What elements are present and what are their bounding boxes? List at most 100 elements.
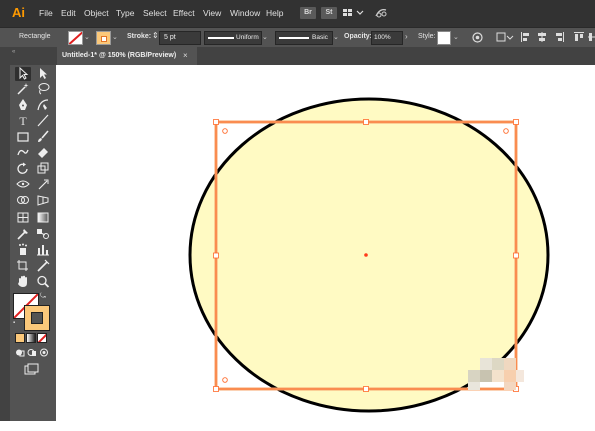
brush-dropdown-icon[interactable]: ⌄ <box>333 33 339 41</box>
brush-definition[interactable]: Basic <box>275 31 333 45</box>
menu-view[interactable]: View <box>203 8 221 18</box>
zoom-tool[interactable] <box>35 275 51 289</box>
stroke-stepper-icon[interactable]: ⇕ <box>152 31 159 40</box>
align-middle-icon[interactable] <box>588 32 595 42</box>
draw-inside-icon[interactable] <box>39 348 49 357</box>
tools-panel: T ⤿ ▪ <box>10 65 56 421</box>
type-tool[interactable]: T <box>15 114 31 128</box>
free-transform-tool[interactable] <box>35 178 51 192</box>
curvature-tool[interactable] <box>35 98 51 112</box>
shaper-tool[interactable] <box>15 146 31 160</box>
hand-tool[interactable] <box>15 275 31 289</box>
opacity-label[interactable]: Opacity: <box>344 33 372 40</box>
align-top-icon[interactable] <box>574 32 584 42</box>
line-tool[interactable] <box>35 114 51 128</box>
default-fill-stroke-icon[interactable]: ▪ <box>13 320 15 326</box>
handle-middle-right[interactable] <box>513 252 519 259</box>
gradient-tool[interactable] <box>35 211 51 225</box>
color-mode-button[interactable] <box>15 333 25 343</box>
handle-bottom-center[interactable] <box>363 386 369 392</box>
arrange-documents-icon[interactable] <box>343 8 365 20</box>
align-left-icon[interactable] <box>521 32 531 42</box>
draw-behind-icon[interactable] <box>27 348 37 357</box>
gpu-performance-icon[interactable] <box>374 6 388 18</box>
rectangle-tool[interactable] <box>15 130 31 144</box>
artboard-tool[interactable] <box>15 259 31 273</box>
stroke-label[interactable]: Stroke: <box>127 33 151 40</box>
opacity-arrow-icon[interactable]: › <box>405 32 408 41</box>
paintbrush-tool[interactable] <box>35 130 51 144</box>
profile-line <box>208 37 234 39</box>
eraser-tool[interactable] <box>35 146 51 160</box>
symbol-sprayer-tool[interactable] <box>15 243 31 257</box>
stock-button[interactable]: St <box>321 7 337 19</box>
mesh-tool[interactable] <box>15 211 31 225</box>
scale-tool[interactable] <box>35 162 51 176</box>
selection-tool[interactable] <box>15 66 31 81</box>
pen-tool[interactable] <box>15 98 31 112</box>
stroke-weight-field[interactable]: 5 pt <box>159 31 201 45</box>
blend-tool[interactable] <box>35 227 51 241</box>
center-point <box>364 253 368 257</box>
fill-dropdown-icon[interactable]: ⌄ <box>84 33 90 41</box>
menu-bar: Ai File Edit Object Type Select Effect V… <box>0 0 595 27</box>
shape-builder-tool[interactable] <box>15 194 31 208</box>
brush-label: Basic <box>312 34 328 41</box>
align-right-icon[interactable] <box>554 32 564 42</box>
artboard-canvas[interactable] <box>56 65 595 431</box>
handle-top-left[interactable] <box>213 119 219 125</box>
handle-top-right[interactable] <box>513 119 519 125</box>
handle-bottom-left[interactable] <box>213 386 219 392</box>
menu-help[interactable]: Help <box>266 8 283 18</box>
handle-middle-left[interactable] <box>213 252 219 259</box>
direct-selection-tool[interactable] <box>35 67 51 81</box>
app-logo: Ai <box>12 5 25 20</box>
stroke-color-box[interactable] <box>24 305 50 331</box>
eyedropper-tool[interactable] <box>15 227 31 241</box>
menu-window[interactable]: Window <box>230 8 260 18</box>
profile-label: Uniform <box>236 34 259 41</box>
stroke-dropdown-icon[interactable]: ⌄ <box>112 33 118 41</box>
document-tab-bar: Untitled-1* @ 150% (RGB/Preview) × <box>0 47 595 65</box>
control-bar: Rectangle ⌄ ⌄ Stroke: ⇕ 5 pt Uniform ⌄ B… <box>0 27 595 49</box>
menu-effect[interactable]: Effect <box>173 8 195 18</box>
slice-tool[interactable] <box>35 259 51 273</box>
handle-top-center[interactable] <box>363 119 369 125</box>
align-center-icon[interactable] <box>537 32 547 42</box>
style-dropdown-icon[interactable]: ⌄ <box>453 33 459 41</box>
gradient-mode-button[interactable] <box>26 333 36 343</box>
rotate-tool[interactable] <box>15 162 31 176</box>
opacity-field[interactable]: 100% <box>371 31 403 45</box>
graphic-style-swatch[interactable] <box>437 31 451 45</box>
screen-mode-icon[interactable] <box>24 363 40 375</box>
toolbar-rail <box>0 47 10 421</box>
close-tab-icon[interactable]: × <box>183 51 188 60</box>
profile-dropdown-icon[interactable]: ⌄ <box>262 33 268 41</box>
corner-widget-bottom-left[interactable] <box>222 377 228 383</box>
variable-width-profile[interactable]: Uniform <box>204 31 262 45</box>
menu-file[interactable]: File <box>39 8 53 18</box>
menu-object[interactable]: Object <box>84 8 109 18</box>
corner-widget-top-right[interactable] <box>503 128 509 134</box>
bridge-button[interactable]: Br <box>300 7 316 19</box>
corner-widget-top-left[interactable] <box>222 128 228 134</box>
menu-edit[interactable]: Edit <box>61 8 76 18</box>
recolor-artwork-icon[interactable] <box>472 32 483 43</box>
lasso-tool[interactable] <box>35 82 51 96</box>
draw-normal-icon[interactable] <box>15 348 25 357</box>
perspective-grid-tool[interactable] <box>35 194 51 208</box>
toolbar-collapse-icon[interactable]: « <box>12 49 16 55</box>
menu-type[interactable]: Type <box>116 8 134 18</box>
illustrator-window: Ai File Edit Object Type Select Effect V… <box>0 0 595 431</box>
shape-properties-icon[interactable] <box>496 32 514 42</box>
width-tool[interactable] <box>15 178 31 192</box>
document-tab[interactable]: Untitled-1* @ 150% (RGB/Preview) × <box>57 47 197 65</box>
swap-fill-stroke-icon[interactable]: ⤿ <box>40 293 46 301</box>
magic-wand-tool[interactable] <box>15 82 31 96</box>
none-mode-button[interactable] <box>37 333 47 343</box>
brush-line <box>279 37 309 39</box>
menu-select[interactable]: Select <box>143 8 167 18</box>
stroke-swatch[interactable] <box>96 31 111 45</box>
fill-swatch-none[interactable] <box>68 31 83 45</box>
column-graph-tool[interactable] <box>35 243 51 257</box>
